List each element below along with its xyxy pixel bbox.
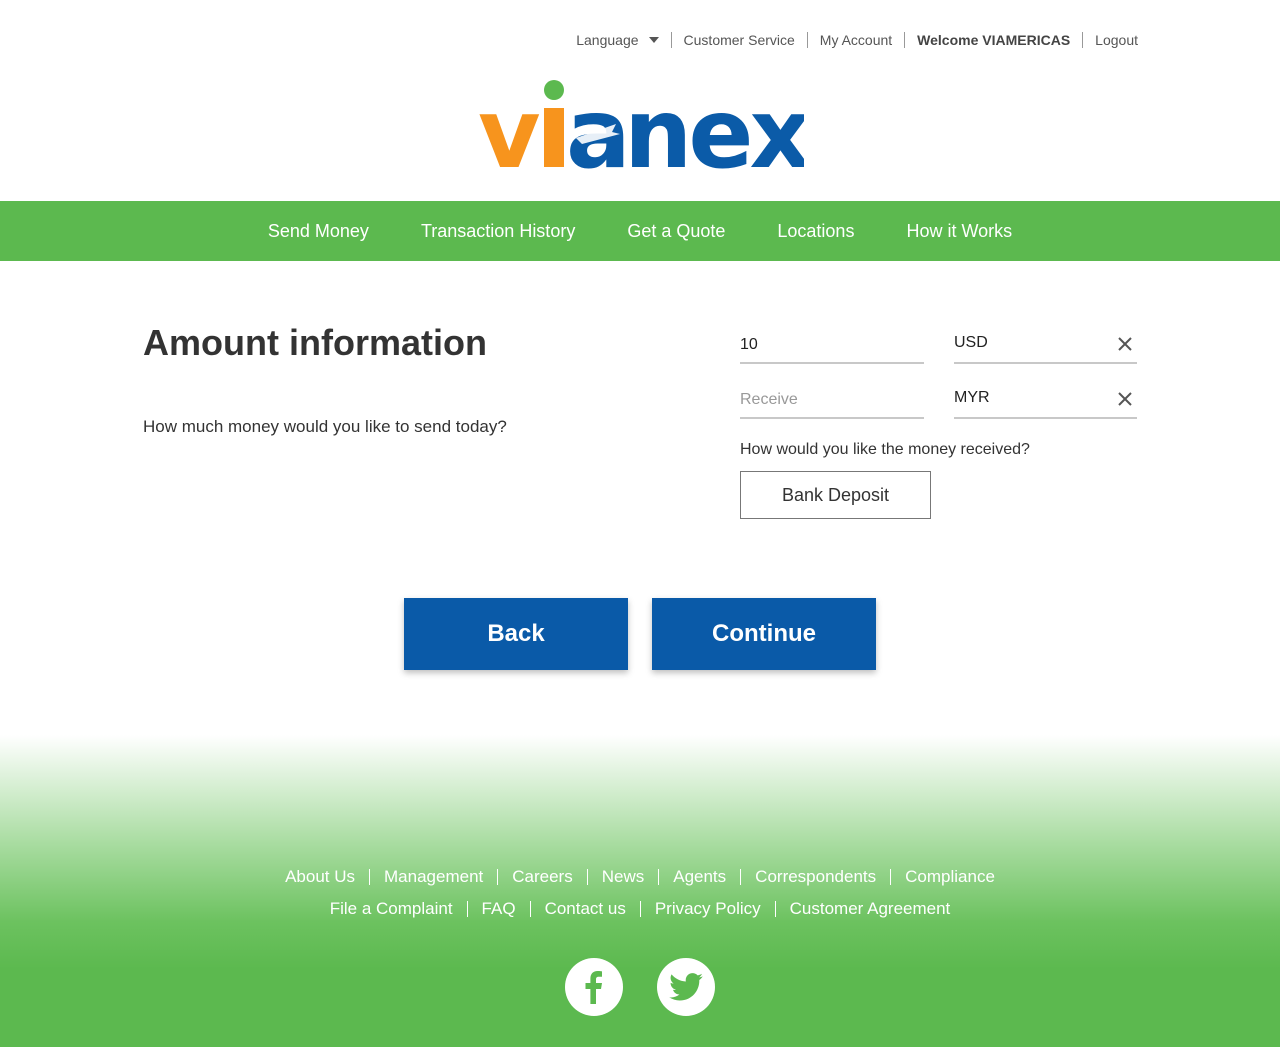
svg-text:v: v <box>478 78 540 176</box>
top-utility-bar: Language Customer Service My Account Wel… <box>576 30 1138 50</box>
footer-link-about-us[interactable]: About Us <box>271 868 369 885</box>
footer-link-file-complaint[interactable]: File a Complaint <box>316 900 467 917</box>
page-title: Amount information <box>143 322 487 363</box>
main-nav: Send Money Transaction History Get a Quo… <box>0 201 1280 261</box>
send-question: How much money would you like to send to… <box>143 417 507 436</box>
svg-text:a: a <box>566 78 631 176</box>
footer-links-row-2: File a Complaint FAQ Contact us Privacy … <box>0 900 1280 917</box>
language-selector[interactable]: Language <box>576 32 670 48</box>
footer-link-correspondents[interactable]: Correspondents <box>740 868 890 885</box>
send-currency-field[interactable]: USD <box>954 324 1137 364</box>
language-label: Language <box>576 32 639 48</box>
close-icon[interactable] <box>1117 336 1133 352</box>
send-amount-field <box>740 324 924 364</box>
logout-link[interactable]: Logout <box>1082 32 1138 48</box>
receive-currency-value: MYR <box>954 389 990 406</box>
footer-link-news[interactable]: News <box>586 868 659 885</box>
facebook-glyph <box>585 971 602 1004</box>
footer: About Us Management Careers News Agents … <box>0 735 1280 1047</box>
nav-get-a-quote[interactable]: Get a Quote <box>627 221 725 242</box>
bank-deposit-button[interactable]: Bank Deposit <box>740 471 931 519</box>
continue-button[interactable]: Continue <box>652 598 876 670</box>
receive-currency-field[interactable]: MYR <box>954 379 1137 419</box>
footer-link-careers[interactable]: Careers <box>497 868 586 885</box>
customer-service-link[interactable]: Customer Service <box>670 32 807 48</box>
chevron-down-icon <box>648 37 659 43</box>
nav-send-money[interactable]: Send Money <box>268 221 369 242</box>
twitter-glyph <box>669 973 703 1001</box>
footer-link-management[interactable]: Management <box>369 868 497 885</box>
vianex-logo[interactable]: v a nex <box>478 76 814 190</box>
receive-amount-input[interactable] <box>740 379 924 417</box>
footer-link-privacy-policy[interactable]: Privacy Policy <box>639 900 775 917</box>
logo-graphic: v a nex <box>478 78 814 190</box>
welcome-text: Welcome VIAMERICAS <box>904 32 1082 48</box>
send-amount-input[interactable] <box>740 324 924 362</box>
receive-amount-field <box>740 379 924 419</box>
receive-method-question: How would you like the money received? <box>740 441 1030 458</box>
svg-text:nex: nex <box>624 78 804 176</box>
send-currency-value: USD <box>954 334 988 351</box>
twitter-icon[interactable] <box>657 958 715 1016</box>
back-button[interactable]: Back <box>404 598 628 670</box>
facebook-icon[interactable] <box>565 958 623 1016</box>
footer-link-faq[interactable]: FAQ <box>466 900 530 917</box>
footer-link-contact-us[interactable]: Contact us <box>529 900 640 917</box>
close-icon[interactable] <box>1117 391 1133 407</box>
nav-how-it-works[interactable]: How it Works <box>906 221 1012 242</box>
footer-links-row-1: About Us Management Careers News Agents … <box>0 868 1280 885</box>
nav-locations[interactable]: Locations <box>777 221 854 242</box>
footer-link-compliance[interactable]: Compliance <box>890 868 1009 885</box>
footer-link-agents[interactable]: Agents <box>658 868 740 885</box>
footer-link-customer-agreement[interactable]: Customer Agreement <box>774 900 965 917</box>
nav-transaction-history[interactable]: Transaction History <box>421 221 575 242</box>
my-account-link[interactable]: My Account <box>806 32 904 48</box>
